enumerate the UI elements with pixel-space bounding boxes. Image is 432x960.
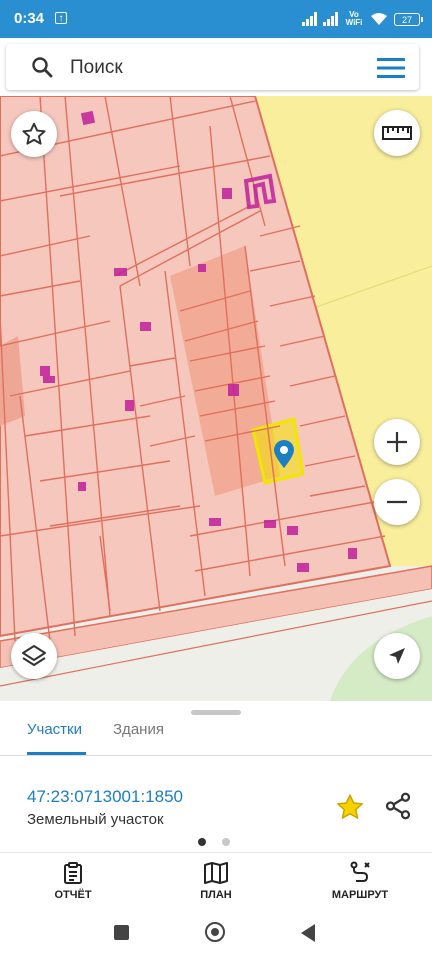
plan-button[interactable]: ПЛАН — [161, 861, 271, 901]
map-view[interactable] — [0, 96, 432, 701]
report-clipboard-icon — [64, 862, 82, 884]
ruler-button[interactable] — [374, 110, 420, 156]
signal-strength-icon-2 — [323, 12, 338, 26]
page-dot — [222, 838, 230, 846]
signal-strength-icon — [302, 12, 317, 26]
tab-parcels[interactable]: Участки — [27, 721, 82, 738]
page-indicator — [198, 838, 230, 846]
minus-icon — [387, 500, 407, 504]
actions-divider — [0, 852, 432, 853]
plus-icon — [387, 432, 407, 452]
upload-notification-icon: ↑ — [55, 12, 67, 24]
plan-label: ПЛАН — [200, 889, 232, 901]
map-plan-icon — [204, 862, 228, 884]
hamburger-menu-icon[interactable] — [377, 57, 405, 79]
zoom-out-button[interactable] — [374, 479, 420, 525]
network-label: Vo WiFi — [345, 10, 363, 27]
report-button[interactable]: ОТЧЁТ — [18, 861, 128, 901]
search-input[interactable] — [68, 55, 332, 81]
status-time: 0:34 — [14, 10, 45, 27]
report-label: ОТЧЁТ — [54, 889, 92, 901]
cadastral-map[interactable] — [0, 96, 432, 701]
ruler-icon — [382, 126, 412, 140]
cadastral-number-link[interactable]: 47:23:0713001:1850 — [27, 787, 183, 807]
status-indicators: Vo WiFi 27 — [302, 9, 423, 29]
favorite-map-button[interactable] — [11, 111, 57, 157]
layers-button[interactable] — [11, 633, 57, 679]
recent-apps-icon[interactable] — [114, 925, 129, 940]
my-location-button[interactable] — [374, 633, 420, 679]
search-bar — [6, 44, 419, 90]
navigation-arrow-icon — [389, 648, 405, 664]
star-icon — [22, 122, 46, 145]
home-icon[interactable] — [205, 922, 225, 942]
parcel-type: Земельный участок — [27, 811, 164, 828]
layers-icon — [22, 645, 46, 666]
tabs-divider — [0, 755, 432, 756]
favorite-star-icon[interactable] — [335, 792, 365, 822]
page-dot-active — [198, 838, 206, 846]
zoom-in-button[interactable] — [374, 419, 420, 465]
share-icon[interactable] — [383, 791, 413, 821]
wifi-icon — [371, 13, 387, 25]
route-button[interactable]: МАРШРУТ — [305, 861, 415, 901]
battery-icon: 27 — [394, 12, 423, 26]
tab-buildings[interactable]: Здания — [113, 721, 164, 738]
route-label: МАРШРУТ — [331, 889, 389, 901]
location-marker-icon[interactable] — [273, 439, 295, 469]
back-icon[interactable] — [301, 924, 315, 942]
route-icon — [350, 861, 370, 882]
system-navigation-bar — [0, 905, 432, 960]
drag-handle[interactable] — [191, 710, 241, 715]
search-icon[interactable] — [31, 56, 53, 78]
status-bar: 0:34 ↑ Vo WiFi 27 — [0, 0, 432, 38]
